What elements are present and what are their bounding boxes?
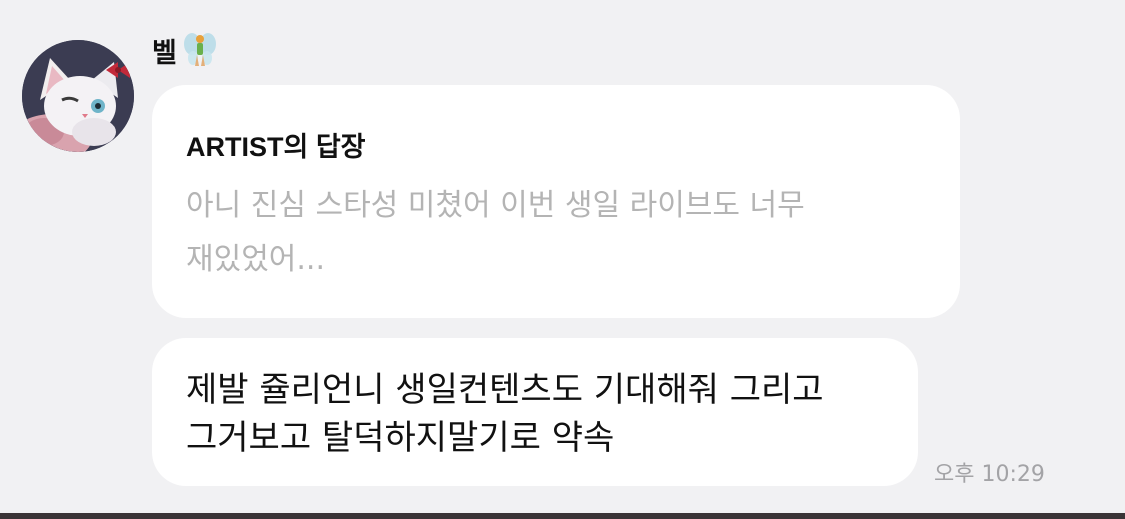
cat-avatar-icon (22, 40, 134, 152)
bottom-divider (0, 513, 1125, 519)
avatar[interactable] (22, 40, 134, 152)
message-bubble[interactable]: 제발 쥴리언니 생일컨텐츠도 기대해줘 그리고 그거보고 탈덕하지말기로 약속 (152, 338, 918, 486)
sender-header: 벨 (152, 30, 217, 70)
reply-quote-text: 아니 진심 스타성 미쳤어 이번 생일 라이브도 너무 재있었어... (186, 188, 805, 277)
message-time: 오후 10:29 (934, 462, 1045, 487)
reply-quote-bubble[interactable]: ARTIST의 답장 아니 진심 스타성 미쳤어 이번 생일 라이브도 너무 재… (152, 85, 960, 318)
message-text: 제발 쥴리언니 생일컨텐츠도 기대해줘 그리고 그거보고 탈덕하지말기로 약속 (186, 370, 824, 458)
reply-title: ARTIST의 답장 (186, 132, 366, 162)
fairy-icon (183, 33, 216, 66)
sender-name: 벨 (152, 37, 177, 69)
